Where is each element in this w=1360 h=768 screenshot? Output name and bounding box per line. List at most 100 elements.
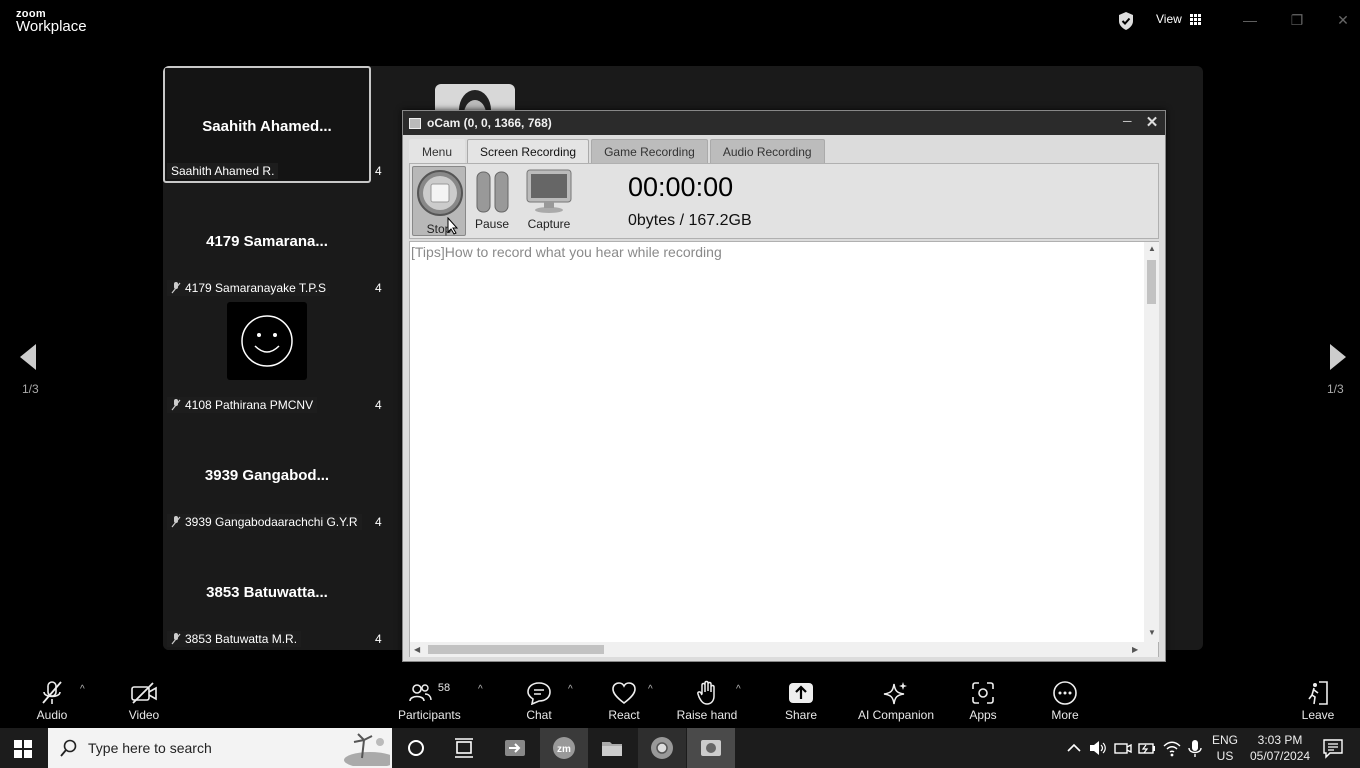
participants-options-caret-icon[interactable]: ^: [478, 684, 483, 695]
capture-label: Capture: [527, 217, 571, 231]
more-options-icon: [1053, 681, 1077, 705]
ocam-title-bar[interactable]: oCam (0, 0, 1366, 768) ─ ✕: [403, 111, 1165, 135]
raise-hand-button[interactable]: Raise hand: [676, 678, 738, 722]
taskbar-search-box[interactable]: Type here to search: [48, 728, 392, 768]
security-shield-icon[interactable]: [1117, 11, 1135, 31]
ai-companion-button[interactable]: AI Companion: [856, 678, 936, 722]
search-icon: [60, 739, 77, 757]
participant-tile[interactable]: 3939 Gangabod... 3939 Gangabodaarachchi …: [163, 417, 371, 534]
participant-tile[interactable]: 4108 Pathirana PMCNV: [163, 300, 371, 417]
ocam-app-icon: [409, 118, 421, 129]
previous-page-arrow-icon[interactable]: [18, 342, 38, 372]
participants-button[interactable]: 58 Participants: [398, 678, 461, 722]
video-button[interactable]: Video: [124, 678, 164, 722]
participant-tile[interactable]: 4179 Samarana... 4179 Samaranayake T.P.S: [163, 183, 371, 300]
audio-options-caret-icon[interactable]: ^: [80, 684, 85, 695]
react-button[interactable]: React: [604, 678, 644, 722]
participants-label: Participants: [398, 708, 461, 722]
ocam-window: oCam (0, 0, 1366, 768) ─ ✕ Menu Screen R…: [402, 110, 1166, 662]
pause-button[interactable]: Pause: [472, 164, 512, 236]
chrome-taskbar-button[interactable]: [638, 728, 686, 768]
page-indicator-right: 1/3: [1327, 382, 1344, 396]
audio-button[interactable]: Audio: [32, 678, 72, 722]
participants-icon: [409, 684, 432, 702]
muted-mic-icon: [171, 399, 181, 411]
app-pinned-icon[interactable]: [503, 736, 527, 760]
zoom-workplace-text: Workplace: [16, 18, 87, 35]
camera-tray-icon[interactable]: [1113, 738, 1133, 758]
tips-text[interactable]: [Tips]How to record what you hear while …: [411, 244, 722, 260]
volume-icon[interactable]: [1088, 738, 1108, 758]
vertical-scroll-thumb[interactable]: [1147, 260, 1156, 304]
capture-button[interactable]: Capture: [522, 164, 576, 236]
participant-display-name: Saahith Ahamed...: [202, 118, 332, 135]
vertical-scrollbar[interactable]: ▲ ▼: [1144, 242, 1159, 642]
apps-button[interactable]: Apps: [966, 678, 1000, 722]
leave-button[interactable]: Leave: [1300, 678, 1336, 722]
horizontal-scroll-thumb[interactable]: [428, 645, 604, 654]
show-hidden-icons-chevron-icon[interactable]: [1064, 738, 1084, 758]
search-highlight-image: [344, 733, 390, 766]
sparkle-icon: [883, 682, 907, 705]
clock-time: 3:03 PM: [1257, 733, 1303, 747]
taskbar-clock[interactable]: 3:03 PM 05/07/2024: [1250, 732, 1310, 764]
next-page-arrow-icon[interactable]: [1328, 342, 1348, 372]
ocam-title: oCam (0, 0, 1366, 768): [427, 116, 552, 130]
participant-display-name: 4179 Samarana...: [206, 233, 328, 250]
muted-microphone-icon: [42, 681, 62, 704]
react-options-caret-icon[interactable]: ^: [648, 684, 653, 695]
close-icon[interactable]: ✕: [1333, 10, 1353, 30]
file-explorer-icon[interactable]: [600, 736, 624, 760]
tab-game-recording[interactable]: Game Recording: [591, 139, 708, 163]
horizontal-scrollbar[interactable]: ◀ ▶: [410, 642, 1158, 657]
search-placeholder: Type here to search: [88, 740, 212, 756]
chat-icon: [527, 682, 551, 705]
participant-name: 4179 Samaranayake T.P.S: [185, 281, 326, 295]
input-language-indicator[interactable]: ENG US: [1212, 732, 1238, 764]
participant-name-label: 3939 Gangabodaarachchi G.Y.R: [167, 514, 362, 530]
tab-screen-recording[interactable]: Screen Recording: [467, 139, 590, 163]
task-view-icon[interactable]: [452, 736, 476, 760]
view-button[interactable]: View: [1156, 12, 1201, 26]
hand-icon: [697, 680, 715, 705]
cortana-icon[interactable]: [404, 736, 428, 760]
ocam-close-icon[interactable]: ✕: [1143, 113, 1161, 131]
participant-display-name: 3939 Gangabod...: [204, 467, 330, 484]
share-screen-icon: [789, 683, 813, 703]
participant-name: 3939 Gangabodaarachchi G.Y.R: [185, 515, 358, 529]
notifications-icon[interactable]: [1322, 737, 1344, 759]
stop-button[interactable]: Stop: [412, 166, 466, 236]
ocam-taskbar-button[interactable]: [687, 728, 735, 768]
video-off-icon: [131, 682, 157, 704]
meeting-toolbar: Audio ^ Video 58 Participants ^ Chat ^ R…: [0, 670, 1360, 728]
battery-icon[interactable]: [1137, 738, 1157, 758]
participants-count: 58: [437, 682, 451, 694]
audio-label: Audio: [36, 708, 68, 722]
scroll-down-icon[interactable]: ▼: [1148, 628, 1156, 637]
more-button[interactable]: More: [1046, 678, 1084, 722]
scroll-left-icon[interactable]: ◀: [414, 645, 420, 654]
tab-audio-recording[interactable]: Audio Recording: [709, 139, 825, 163]
participant-tile[interactable]: 3853 Batuwatta... 3853 Batuwatta M.R.: [163, 534, 371, 650]
minimize-icon[interactable]: —: [1240, 10, 1260, 30]
participant-tile[interactable]: Saahith Ahamed... Saahith Ahamed R.: [163, 66, 371, 183]
zoom-taskbar-button[interactable]: zm: [540, 728, 588, 768]
partial-participant-label: 4: [375, 398, 382, 412]
windows-start-icon[interactable]: [14, 740, 32, 758]
react-label: React: [608, 708, 640, 722]
microphone-tray-icon[interactable]: [1185, 738, 1205, 758]
share-button[interactable]: Share: [782, 678, 820, 722]
maximize-icon[interactable]: ❐: [1287, 10, 1307, 30]
scroll-right-icon[interactable]: ▶: [1132, 645, 1138, 654]
chat-options-caret-icon[interactable]: ^: [568, 684, 573, 695]
apps-label: Apps: [969, 708, 997, 722]
ocam-app-icon: [701, 740, 721, 756]
scroll-up-icon[interactable]: ▲: [1148, 244, 1156, 253]
raise-hand-options-caret-icon[interactable]: ^: [736, 684, 741, 695]
wifi-icon[interactable]: [1162, 738, 1182, 758]
participant-name-label: 4179 Samaranayake T.P.S: [167, 280, 330, 296]
apps-icon: [972, 682, 994, 704]
ocam-minimize-icon[interactable]: ─: [1123, 114, 1132, 128]
chat-button[interactable]: Chat: [520, 678, 558, 722]
tab-menu[interactable]: Menu: [409, 139, 466, 163]
